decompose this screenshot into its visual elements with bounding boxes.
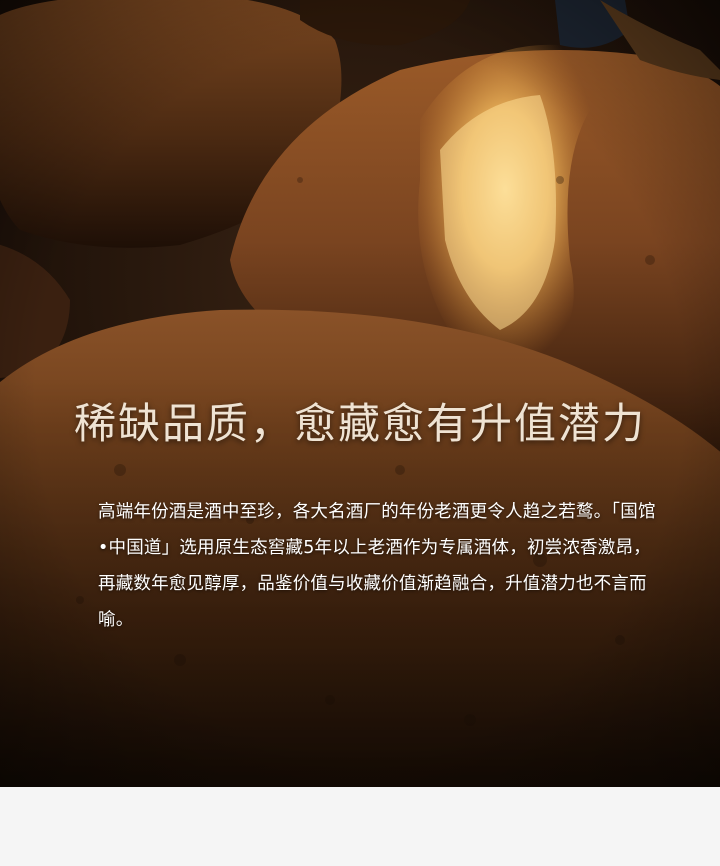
- headline: 稀缺品质，愈藏愈有升值潜力: [73, 399, 646, 448]
- description-paragraph: 高端年份酒是酒中至珍，各大名酒厂的年份老酒更令人趋之若鹜。「国馆•中国道」选用原…: [98, 502, 656, 630]
- cellar-illustration: [0, 0, 720, 787]
- page: 稀缺品质，愈藏愈有升值潜力 高端年份酒是酒中至珍，各大名酒厂的年份老酒更令人趋之…: [0, 0, 720, 866]
- wine-jar-cellar-photo: [0, 0, 720, 787]
- footer-band: [0, 787, 720, 866]
